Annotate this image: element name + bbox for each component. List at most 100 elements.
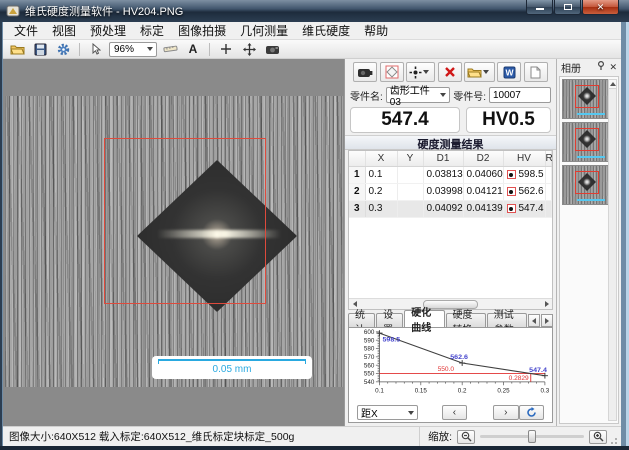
- menu-item-vickers-hardness[interactable]: 维氏硬度: [295, 21, 357, 40]
- close-button[interactable]: ✕: [582, 0, 619, 15]
- rp-checkbox[interactable]: [553, 202, 554, 213]
- rp-checkbox[interactable]: [553, 185, 554, 196]
- prev-point-button[interactable]: ‹: [442, 405, 467, 420]
- svg-text:550: 550: [364, 371, 375, 378]
- zoom-control-label: 缩放:: [428, 429, 452, 444]
- album-panel: 相册 ✕: [557, 59, 621, 426]
- table-horizontal-scrollbar[interactable]: [349, 298, 552, 309]
- zoom-select[interactable]: 96%: [109, 42, 157, 57]
- table-row[interactable]: 10.10.038130.04060598.5: [349, 166, 552, 183]
- zoom-in-button[interactable]: [589, 430, 607, 444]
- tab-scroll-right-button[interactable]: [541, 314, 553, 327]
- zoom-out-button[interactable]: [457, 430, 475, 444]
- column-header[interactable]: D2: [463, 151, 503, 166]
- select-cursor-button[interactable]: [86, 41, 106, 58]
- scroll-up-arrow[interactable]: [609, 80, 616, 89]
- tab-scroll-left-button[interactable]: [528, 314, 540, 327]
- image-viewer[interactable]: 0.05 mm: [3, 59, 345, 426]
- cell-rp: [545, 166, 552, 183]
- hv-value: 547.4: [519, 203, 544, 214]
- minimize-button[interactable]: [526, 0, 553, 15]
- cell-hv: 562.6: [503, 183, 545, 200]
- axis-select[interactable]: 距X: [357, 405, 418, 420]
- thumb-scale-bar: [577, 113, 605, 115]
- column-header[interactable]: RP: [545, 151, 552, 166]
- column-header[interactable]: [349, 151, 365, 166]
- settings-gear-button[interactable]: [53, 41, 73, 58]
- zoom-slider-thumb[interactable]: [528, 430, 536, 443]
- table-row[interactable]: 20.20.039980.04121562.6: [349, 183, 552, 200]
- measurement-roi-box[interactable]: [104, 138, 266, 304]
- tab-stats[interactable]: 统计: [348, 313, 375, 327]
- close-panel-icon[interactable]: ✕: [609, 62, 617, 73]
- detect-indentation-button[interactable]: [380, 62, 404, 82]
- menu-item-geometry-measure[interactable]: 几何测量: [233, 21, 295, 40]
- menu-item-image-capture[interactable]: 图像拍摄: [171, 21, 233, 40]
- export-word-button[interactable]: W: [497, 62, 521, 82]
- auto-measure-button[interactable]: [406, 62, 435, 82]
- delete-point-button[interactable]: [438, 62, 462, 82]
- part-number-input[interactable]: [489, 87, 551, 103]
- hardening-curve-page: 5405505605705805906000.10.150.20.250.355…: [348, 327, 553, 423]
- tab-hardness-convert[interactable]: 硬度转换: [446, 313, 486, 327]
- cell-rp: [545, 200, 552, 217]
- tab-settings[interactable]: 设置: [376, 313, 403, 327]
- refresh-chart-button[interactable]: [519, 405, 544, 420]
- rp-checkbox[interactable]: [553, 168, 554, 179]
- app-icon: [6, 4, 20, 18]
- thumb-scale-bar: [577, 156, 605, 158]
- part-name-select[interactable]: 齿形工件03: [386, 87, 450, 103]
- svg-text:0.15: 0.15: [415, 388, 428, 395]
- menu-item-help[interactable]: 帮助: [357, 21, 395, 40]
- svg-text:550.0: 550.0: [438, 366, 455, 373]
- column-header[interactable]: Y: [397, 151, 423, 166]
- menu-item-calibrate[interactable]: 标定: [133, 21, 171, 40]
- maximize-button[interactable]: [554, 0, 581, 15]
- cell-d2: 0.04139: [463, 200, 503, 217]
- column-header[interactable]: X: [365, 151, 397, 166]
- column-header[interactable]: HV: [503, 151, 545, 166]
- part-name-label: 零件名:: [350, 88, 383, 103]
- table-row[interactable]: 30.30.040920.04139547.4: [349, 200, 552, 217]
- title-bar[interactable]: 维氏硬度测量软件 - HV204.PNG ✕: [0, 0, 629, 22]
- new-report-button[interactable]: [524, 62, 548, 82]
- column-header[interactable]: D1: [423, 151, 463, 166]
- cell-d1: 0.03813: [423, 166, 463, 183]
- zoom-control: 缩放:: [419, 427, 621, 446]
- album-thumbnail[interactable]: [562, 165, 610, 205]
- point-measure-button[interactable]: [216, 41, 236, 58]
- cell-d1: 0.03998: [423, 183, 463, 200]
- row-index: 2: [349, 183, 365, 200]
- zoom-slider[interactable]: [480, 435, 584, 438]
- open-file-button[interactable]: [7, 41, 27, 58]
- album-scrollbar[interactable]: [608, 79, 617, 421]
- svg-text:560: 560: [364, 362, 375, 369]
- text-annotation-button[interactable]: A: [183, 41, 203, 58]
- measurement-panel: W 零件名: 齿形工件03 零件号: 547.4: [345, 59, 557, 426]
- move-tool-button[interactable]: [239, 41, 259, 58]
- measure-ruler-button[interactable]: [160, 41, 180, 58]
- menu-item-view[interactable]: 视图: [45, 21, 83, 40]
- capture-image-button[interactable]: [262, 41, 282, 58]
- cell-y: [397, 166, 423, 183]
- pin-icon[interactable]: [597, 61, 606, 73]
- tab-hardening-curve[interactable]: 硬化曲线: [404, 310, 444, 327]
- menu-item-file[interactable]: 文件: [7, 21, 45, 40]
- next-point-button[interactable]: ›: [493, 405, 518, 420]
- open-report-button[interactable]: [464, 62, 495, 82]
- svg-text:0.1: 0.1: [375, 388, 384, 395]
- chevron-down-icon: [483, 70, 489, 74]
- main-toolbar: 96% A: [3, 40, 621, 59]
- resize-grip[interactable]: [610, 435, 620, 445]
- album-thumbnail[interactable]: [562, 122, 610, 162]
- thumb-roi-box: [575, 171, 599, 194]
- menu-item-preprocess[interactable]: 预处理: [83, 21, 133, 40]
- tab-scroll-left[interactable]: [532, 318, 536, 324]
- save-button[interactable]: [30, 41, 50, 58]
- snapshot-camera-button[interactable]: [353, 62, 377, 82]
- scroll-right-arrow[interactable]: [541, 299, 552, 310]
- hardness-curve-chart: 5405505605705805906000.10.150.20.250.355…: [349, 328, 552, 403]
- album-thumbnail[interactable]: [562, 79, 610, 119]
- tab-scroll-right[interactable]: [545, 318, 549, 324]
- tab-test-params[interactable]: 测试参数: [487, 313, 527, 327]
